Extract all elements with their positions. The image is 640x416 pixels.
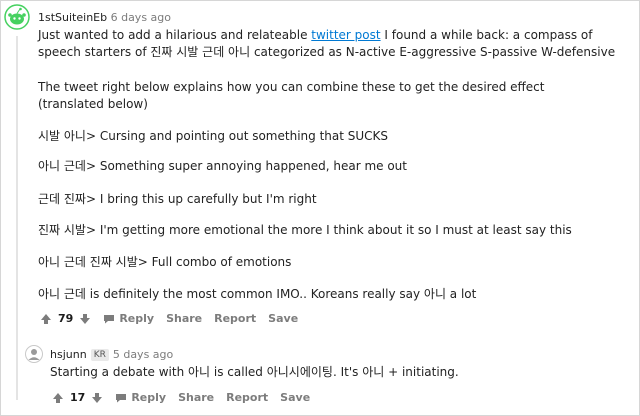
save-label: Save bbox=[268, 312, 299, 325]
upvote-icon[interactable] bbox=[52, 392, 64, 404]
downvote-icon[interactable] bbox=[91, 392, 103, 404]
user-flair-badge: KR bbox=[90, 348, 109, 361]
reply-icon bbox=[116, 393, 127, 402]
report-button[interactable]: Report bbox=[214, 312, 256, 325]
comment-timestamp[interactable]: 5 days ago bbox=[113, 348, 173, 361]
combo-line: 아니 근데 is definitely the most common IMO.… bbox=[38, 287, 477, 301]
combo-line: 아니 근데> Something super annoying happened… bbox=[38, 159, 407, 173]
comment-actions: 79 Reply Share Report Save bbox=[40, 312, 298, 325]
reply-body: Starting a debate with 아니 is called 아니시에… bbox=[50, 365, 459, 379]
save-button[interactable]: Save bbox=[268, 312, 298, 325]
reply-actions: 17 Reply Share Report Save bbox=[52, 391, 310, 404]
combo-line: 아니 근데 진짜 시발> Full combo of emotions bbox=[38, 255, 292, 269]
reply-button[interactable]: Reply bbox=[103, 312, 154, 325]
comment-meta: 1stSuiteinEb 6 days ago bbox=[38, 11, 171, 24]
comment-username[interactable]: 1stSuiteinEb bbox=[38, 11, 107, 24]
save-label: Save bbox=[280, 391, 311, 404]
reply-label: Reply bbox=[119, 312, 155, 325]
report-label: Report bbox=[226, 391, 269, 404]
save-button[interactable]: Save bbox=[280, 391, 310, 404]
share-button[interactable]: Share bbox=[166, 312, 202, 325]
combo-line: 진짜 시발> I'm getting more emotional the mo… bbox=[38, 223, 572, 237]
vote-count: 79 bbox=[58, 312, 74, 325]
combo-line: 근데 진짜> I bring this up carefully but I'm… bbox=[38, 192, 317, 206]
twitter-post-link[interactable]: twitter post bbox=[311, 28, 380, 42]
user-avatar-icon[interactable] bbox=[25, 345, 43, 363]
comment-username[interactable]: hsjunn bbox=[50, 348, 87, 361]
reply-button[interactable]: Reply bbox=[115, 391, 166, 404]
thread-line[interactable] bbox=[16, 36, 18, 400]
upvote-icon[interactable] bbox=[40, 313, 52, 325]
comment-text: Just wanted to add a hilarious and relat… bbox=[38, 28, 312, 42]
user-avatar-snoo-icon[interactable] bbox=[4, 4, 30, 30]
combo-line: 시발 아니> Cursing and pointing out somethin… bbox=[38, 129, 389, 143]
vote-count: 17 bbox=[70, 391, 86, 404]
share-label: Share bbox=[178, 391, 215, 404]
report-button[interactable]: Report bbox=[226, 391, 268, 404]
comment-timestamp[interactable]: 6 days ago bbox=[111, 11, 171, 24]
reply-label: Reply bbox=[131, 391, 167, 404]
comment-paragraph: The tweet right below explains how you c… bbox=[38, 80, 545, 111]
share-label: Share bbox=[166, 312, 203, 325]
reply-icon bbox=[104, 314, 115, 323]
downvote-icon[interactable] bbox=[79, 313, 91, 325]
report-label: Report bbox=[214, 312, 257, 325]
reply-meta: hsjunn KR 5 days ago bbox=[50, 348, 173, 361]
comment-paragraph: Just wanted to add a hilarious and relat… bbox=[38, 27, 634, 61]
share-button[interactable]: Share bbox=[178, 391, 214, 404]
